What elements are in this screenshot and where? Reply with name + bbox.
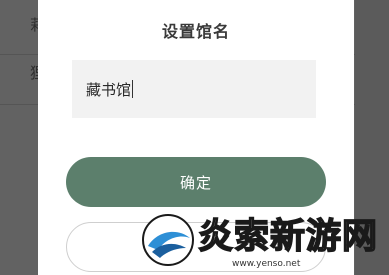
name-input-value: 藏书馆: [86, 80, 132, 99]
text-caret: [132, 80, 134, 98]
watermark: 炎索新游网 www.yenso.net: [140, 206, 389, 275]
confirm-button[interactable]: 确定: [66, 157, 326, 207]
name-input[interactable]: 藏书馆: [72, 60, 316, 118]
watermark-logo-icon: [142, 214, 194, 266]
watermark-url: www.yenso.net: [232, 259, 301, 269]
watermark-text: 炎索新游网: [197, 216, 379, 258]
dialog-title: 设置馆名: [161, 22, 230, 41]
